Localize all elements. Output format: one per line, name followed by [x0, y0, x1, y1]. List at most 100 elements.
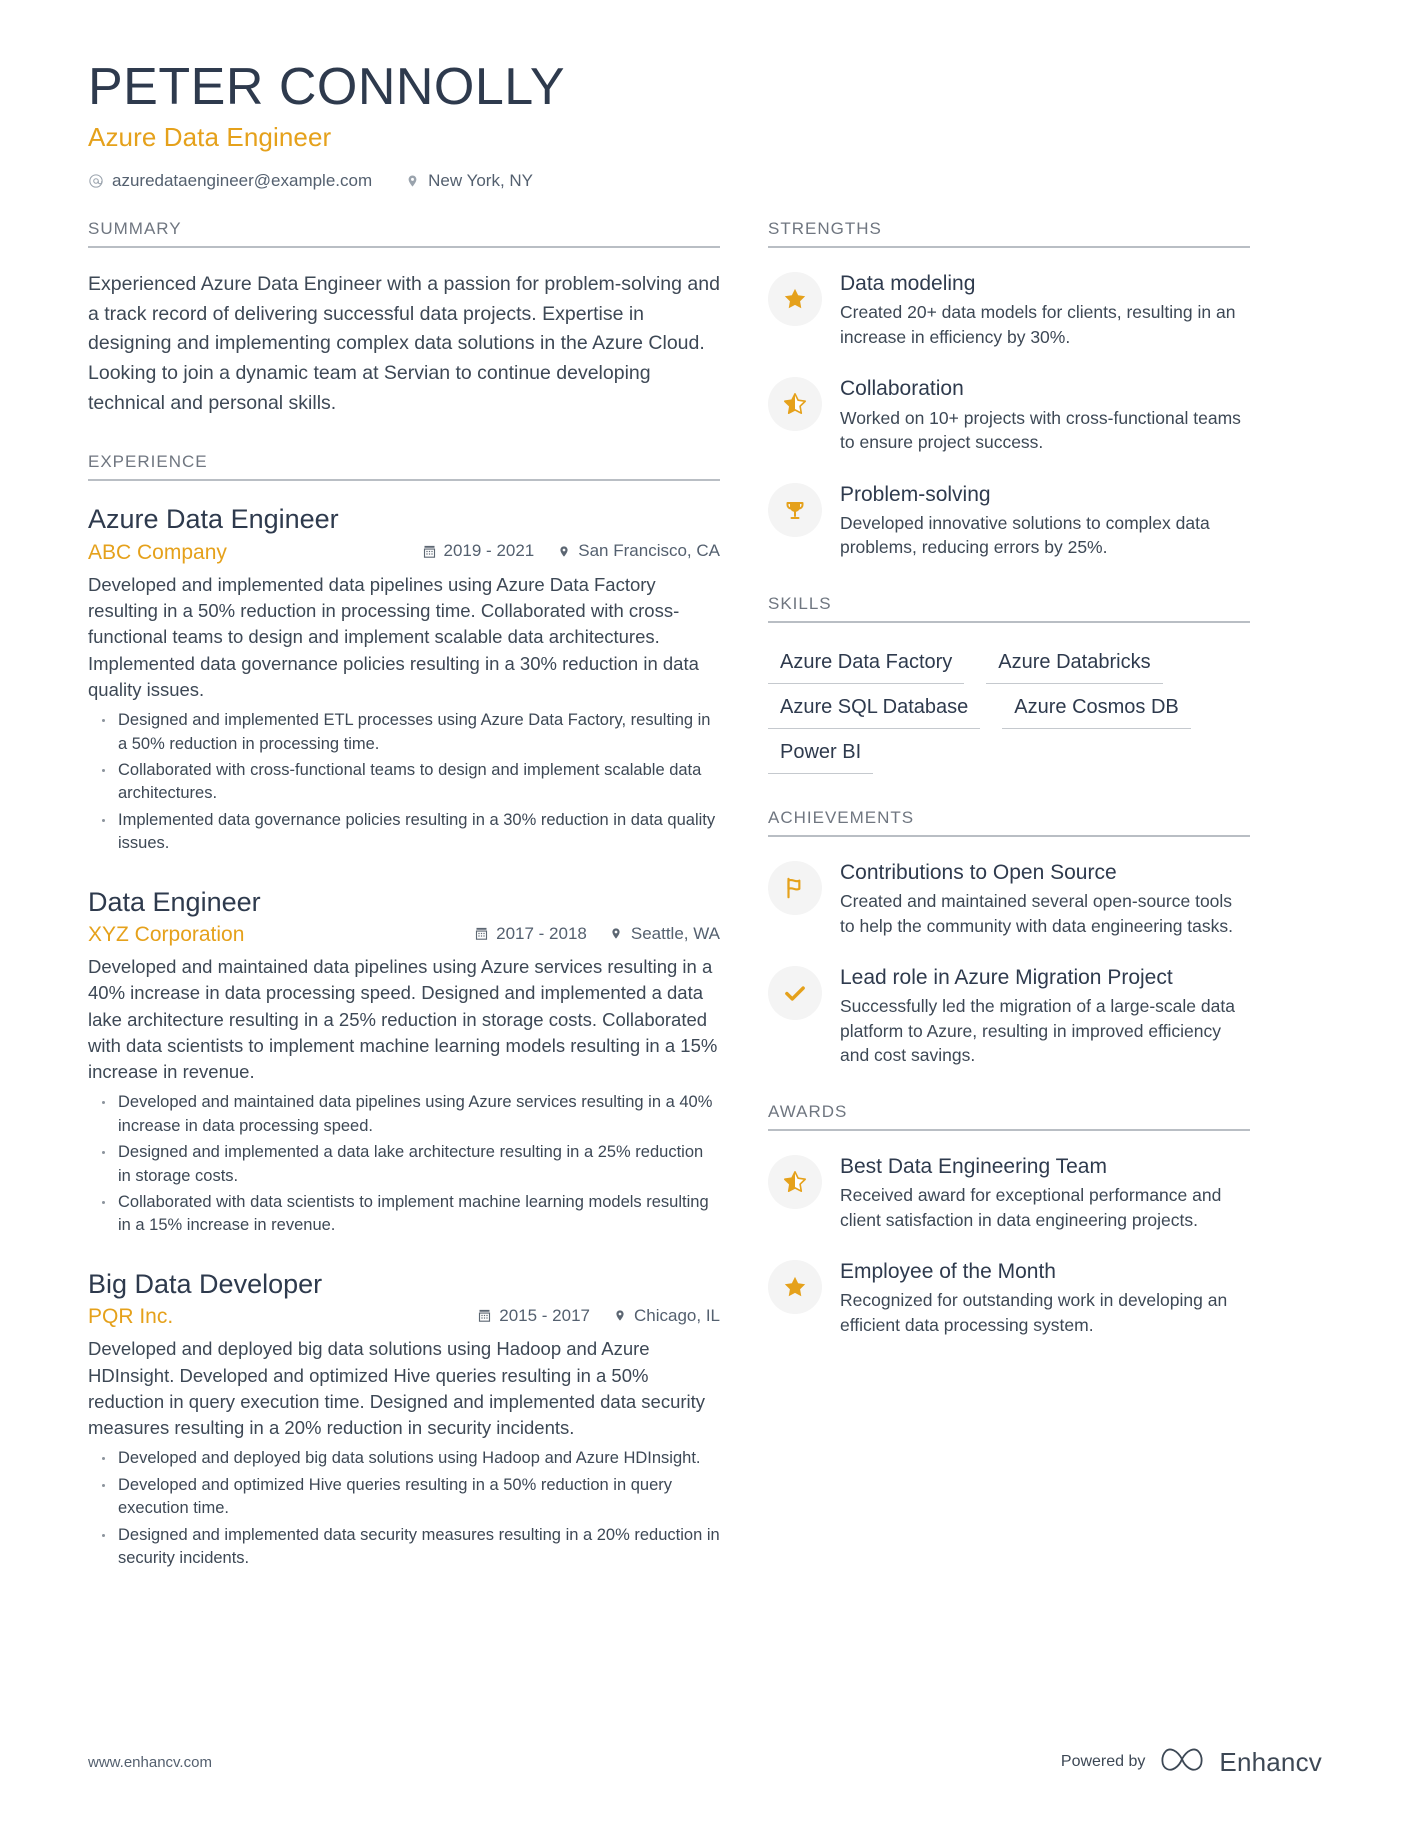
section-awards: AWARDS Best Data Engineering Team Receiv… [768, 1102, 1250, 1338]
map-pin-icon [556, 543, 571, 559]
experience-item: Data Engineer XYZ Corporation 2017 - 201… [88, 886, 720, 1238]
map-pin-icon [404, 173, 420, 189]
achievement-body: Lead role in Azure Migration Project Suc… [840, 964, 1250, 1068]
job-bullets: Developed and maintained data pipelines … [88, 1091, 720, 1238]
job-location: San Francisco, CA [556, 541, 720, 561]
job-bullet: Developed and optimized Hive queries res… [88, 1474, 720, 1521]
map-pin-icon [609, 926, 624, 942]
achievement-title: Lead role in Azure Migration Project [840, 966, 1173, 990]
award-item: Best Data Engineering Team Received awar… [768, 1153, 1250, 1232]
achievement-desc: Created and maintained several open-sour… [840, 891, 1233, 936]
award-body: Employee of the Month Recognized for out… [840, 1258, 1250, 1337]
skill-chip: Azure Cosmos DB [1002, 690, 1191, 729]
summary-text: Experienced Azure Data Engineer with a p… [88, 273, 720, 414]
job-dates-text: 2019 - 2021 [443, 541, 535, 561]
strength-body: Problem-solving Developed innovative sol… [840, 481, 1250, 560]
achievement-title: Contributions to Open Source [840, 860, 1117, 884]
achievements-heading: ACHIEVEMENTS [768, 808, 1250, 837]
job-side-meta: 2015 - 2017 Chicago, IL [477, 1306, 720, 1326]
award-desc: Received award for exceptional performan… [840, 1185, 1222, 1230]
resume-body: SUMMARY Experienced Azure Data Engineer … [88, 219, 1322, 1604]
skill-chip: Power BI [768, 735, 874, 774]
award-title: Employee of the Month [840, 1260, 1056, 1284]
resume-page: PETER CONNOLLY Azure Data Engineer azure… [0, 0, 1410, 1826]
contact-email[interactable]: azuredataengineer@example.com [88, 171, 372, 191]
resume-header: PETER CONNOLLY Azure Data Engineer azure… [88, 58, 1322, 191]
contact-location: New York, NY [404, 171, 533, 191]
skill-chip: Azure Data Factory [768, 645, 965, 684]
job-company: PQR Inc. [88, 1305, 174, 1329]
award-body: Best Data Engineering Team Received awar… [840, 1153, 1250, 1232]
skills-list: Azure Data Factory Azure Databricks Azur… [768, 645, 1250, 774]
job-bullets: Designed and implemented ETL processes u… [88, 709, 720, 856]
job-dates: 2017 - 2018 [474, 924, 587, 944]
strength-item: Problem-solving Developed innovative sol… [768, 481, 1250, 560]
strength-body: Collaboration Worked on 10+ projects wit… [840, 375, 1250, 454]
page-footer: www.enhancv.com Powered by Enhancv [88, 1744, 1322, 1780]
skills-heading: SKILLS [768, 594, 1250, 623]
job-role: Data Engineer [88, 886, 261, 917]
strength-desc: Worked on 10+ projects with cross-functi… [840, 407, 1241, 453]
skill-chip: Azure SQL Database [768, 690, 981, 729]
job-bullet: Developed and maintained data pipelines … [88, 1091, 720, 1138]
job-bullet: Designed and implemented a data lake arc… [88, 1141, 720, 1188]
job-dates: 2015 - 2017 [477, 1306, 590, 1326]
calendar-icon [474, 926, 489, 942]
experience-item: Azure Data Engineer ABC Company 2019 - 2… [88, 503, 720, 855]
job-meta: PQR Inc. 2015 - 2017 Chicago, IL [88, 1305, 720, 1329]
skill-chip: Azure Databricks [986, 645, 1163, 684]
contact-row: azuredataengineer@example.com New York, … [88, 171, 1322, 191]
job-location-text: Chicago, IL [634, 1305, 720, 1325]
strength-body: Data modeling Created 20+ data models fo… [840, 270, 1250, 349]
job-dates-text: 2017 - 2018 [496, 923, 587, 943]
page-title: PETER CONNOLLY [88, 58, 566, 116]
award-item: Employee of the Month Recognized for out… [768, 1258, 1250, 1337]
right-column: STRENGTHS Data modeling Created 20+ data… [768, 219, 1250, 1371]
footer-brand: Powered by Enhancv [1061, 1744, 1322, 1780]
flag-icon [768, 860, 822, 915]
contact-location-text: New York, NY [428, 171, 534, 191]
brand-name: Enhancv [1219, 1746, 1322, 1777]
job-dates: 2019 - 2021 [422, 541, 535, 561]
job-description: Developed and maintained data pipelines … [88, 956, 718, 1083]
award-title: Best Data Engineering Team [840, 1154, 1107, 1178]
powered-by-label: Powered by [1060, 1753, 1146, 1770]
job-description: Developed and deployed big data solution… [88, 1338, 706, 1439]
contact-email-text: azuredataengineer@example.com [112, 171, 373, 191]
left-column: SUMMARY Experienced Azure Data Engineer … [88, 219, 768, 1604]
job-side-meta: 2017 - 2018 Seattle, WA [474, 924, 720, 944]
job-location-text: Seattle, WA [630, 923, 720, 943]
job-bullet: Collaborated with data scientists to imp… [88, 1191, 720, 1238]
section-strengths: STRENGTHS Data modeling Created 20+ data… [768, 219, 1250, 560]
job-role: Azure Data Engineer [88, 504, 339, 535]
enhancv-logo-icon [1159, 1744, 1205, 1780]
footer-website[interactable]: www.enhancv.com [88, 1754, 212, 1771]
section-skills: SKILLS Azure Data Factory Azure Databric… [768, 594, 1250, 774]
strength-desc: Created 20+ data models for clients, res… [840, 302, 1236, 347]
achievement-desc: Successfully led the migration of a larg… [840, 996, 1235, 1066]
calendar-icon [477, 1308, 492, 1324]
achievement-item: Contributions to Open Source Created and… [768, 859, 1250, 938]
calendar-icon [422, 543, 437, 559]
experience-heading: EXPERIENCE [88, 452, 720, 482]
job-description: Developed and implemented data pipelines… [88, 573, 699, 700]
section-achievements: ACHIEVEMENTS Contributions to Open Sourc… [768, 808, 1250, 1068]
strength-title: Collaboration [840, 377, 964, 401]
strength-item: Collaboration Worked on 10+ projects wit… [768, 375, 1250, 454]
map-pin-icon [612, 1308, 627, 1324]
job-location: Seattle, WA [609, 924, 720, 944]
strength-title: Problem-solving [840, 482, 991, 506]
job-location: Chicago, IL [612, 1306, 720, 1326]
job-bullets: Developed and deployed big data solution… [88, 1447, 720, 1570]
strengths-heading: STRENGTHS [768, 219, 1250, 249]
strength-item: Data modeling Created 20+ data models fo… [768, 270, 1250, 349]
awards-heading: AWARDS [768, 1102, 1250, 1131]
experience-item: Big Data Developer PQR Inc. 2015 - 2017 … [88, 1268, 720, 1571]
trophy-icon [768, 482, 822, 537]
section-experience: EXPERIENCE Azure Data Engineer ABC Compa… [88, 452, 720, 1570]
star-icon [768, 272, 822, 327]
half-star-icon [768, 1154, 822, 1209]
job-company: ABC Company [88, 540, 227, 564]
job-bullet: Collaborated with cross-functional teams… [88, 759, 720, 806]
job-dates-text: 2015 - 2017 [499, 1305, 590, 1325]
